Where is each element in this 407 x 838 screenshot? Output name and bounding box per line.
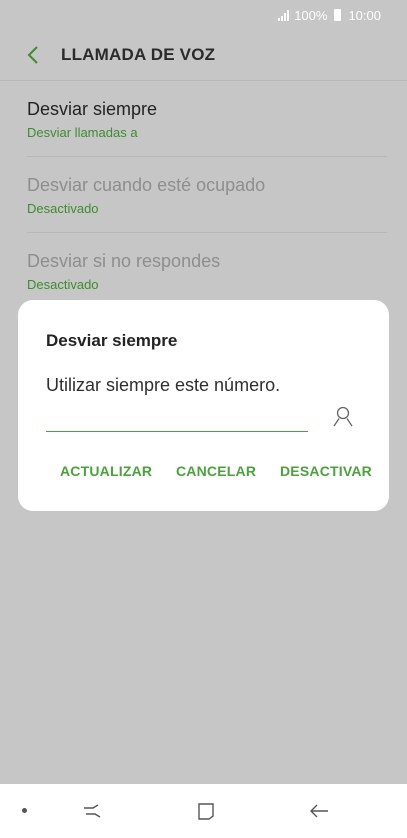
- forward-dialog: Desviar siempre Utilizar siempre este nú…: [18, 300, 389, 511]
- divider: [27, 156, 387, 157]
- deactivate-button[interactable]: DESACTIVAR: [280, 463, 372, 479]
- setting-subtitle: Desactivado: [27, 277, 99, 292]
- dialog-title: Desviar siempre: [46, 331, 178, 350]
- back-nav-button[interactable]: [307, 799, 331, 823]
- nav-dot-indicator: [22, 808, 27, 813]
- status-bar: 100% 10:00: [0, 0, 407, 30]
- phone-number-input[interactable]: [46, 404, 308, 432]
- setting-title: Desviar si no respondes: [27, 251, 221, 271]
- setting-title: Desviar cuando esté ocupado: [27, 175, 266, 195]
- back-arrow-icon: [310, 804, 328, 818]
- setting-forward-always[interactable]: Desviar siempre Desviar llamadas a: [27, 82, 387, 158]
- dialog-message: Utilizar siempre este número.: [46, 375, 281, 395]
- recent-apps-button[interactable]: [80, 799, 104, 823]
- person-icon: [333, 406, 353, 427]
- cancel-button[interactable]: CANCELAR: [176, 463, 256, 479]
- update-button[interactable]: ACTUALIZAR: [60, 463, 152, 479]
- battery-percent: 100%: [294, 7, 328, 23]
- recent-apps-icon: [84, 804, 101, 818]
- app-bar: LLAMADA DE VOZ: [0, 30, 407, 81]
- home-button[interactable]: [194, 799, 218, 823]
- contact-picker-button[interactable]: [330, 403, 356, 429]
- setting-title: Desviar siempre: [27, 99, 158, 119]
- clock: 10:00: [348, 7, 381, 23]
- setting-forward-no-answer[interactable]: Desviar si no respondes Desactivado: [27, 234, 387, 310]
- setting-forward-busy[interactable]: Desviar cuando esté ocupado Desactivado: [27, 158, 387, 234]
- page-title: LLAMADA DE VOZ: [61, 45, 216, 64]
- back-button[interactable]: [18, 40, 48, 70]
- battery-icon: [334, 9, 342, 21]
- home-icon: [198, 803, 214, 820]
- navigation-bar: [0, 784, 407, 838]
- setting-subtitle: Desviar llamadas a: [27, 125, 138, 140]
- divider: [27, 232, 387, 233]
- signal-icon: [278, 9, 290, 21]
- setting-subtitle: Desactivado: [27, 201, 99, 216]
- chevron-left-icon: [27, 46, 38, 64]
